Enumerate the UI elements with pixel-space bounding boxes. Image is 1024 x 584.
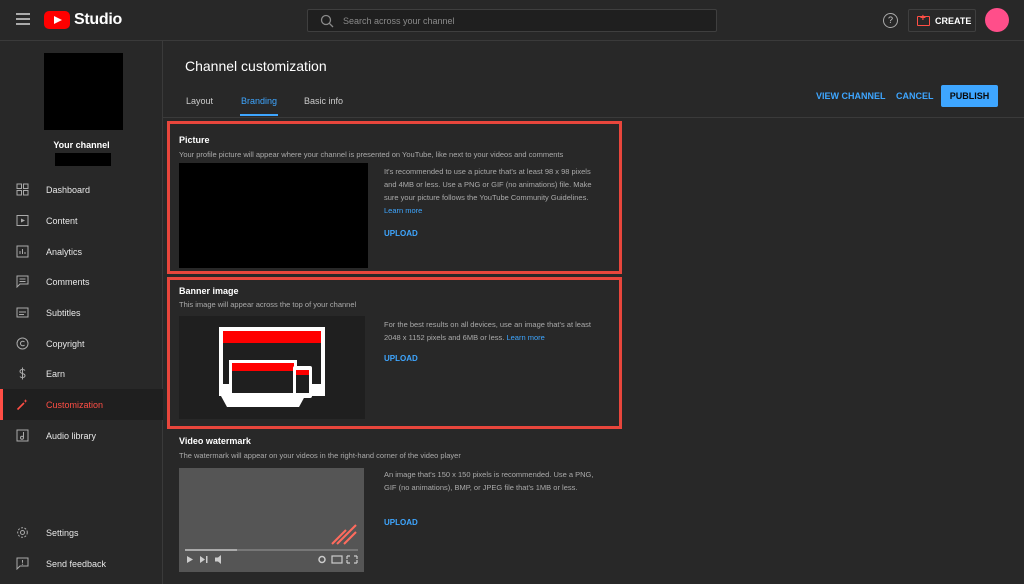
active-tab-indicator	[240, 114, 278, 116]
sidebar-item-content[interactable]: Content	[0, 205, 163, 236]
banner-title: Banner image	[179, 286, 239, 296]
search-box[interactable]	[307, 9, 717, 32]
picture-info-text: It's recommended to use a picture that's…	[384, 167, 592, 202]
banner-learn-more-link[interactable]: Learn more	[506, 333, 544, 342]
watermark-preview	[179, 468, 364, 572]
sidebar-item-analytics[interactable]: Analytics	[0, 236, 163, 267]
banner-info-text: For the best results on all devices, use…	[384, 320, 591, 342]
create-video-icon	[917, 13, 930, 26]
sidebar-item-label: Audio library	[46, 430, 97, 441]
tab-layout[interactable]: Layout	[186, 96, 213, 106]
channel-title: Your channel	[53, 140, 110, 150]
create-button[interactable]: CREATE	[908, 9, 976, 32]
help-icon[interactable]: ?	[883, 13, 898, 28]
picture-upload-button[interactable]: UPLOAD	[384, 229, 418, 238]
sidebar-item-label: Comments	[46, 276, 90, 287]
content-icon	[16, 215, 29, 226]
banner-info: For the best results on all devices, use…	[384, 318, 604, 344]
tab-branding[interactable]: Branding	[241, 96, 277, 106]
video-player-illustration	[185, 524, 358, 564]
gear-icon	[17, 527, 28, 538]
picture-title: Picture	[179, 135, 210, 145]
sidebar-item-customization[interactable]: Customization	[0, 389, 163, 420]
tab-basic-info[interactable]: Basic info	[304, 96, 343, 106]
sidebar-item-dashboard[interactable]: Dashboard	[0, 174, 163, 205]
channel-avatar[interactable]	[44, 53, 123, 130]
earn-icon	[19, 367, 26, 380]
sidebar-item-label: Customization	[46, 399, 104, 410]
banner-description: This image will appear across the top of…	[179, 300, 357, 309]
sidebar-item-label: Copyright	[46, 338, 85, 349]
search-icon	[320, 14, 334, 28]
publish-button[interactable]: PUBLISH	[941, 85, 998, 107]
watermark-info: An image that's 150 x 150 pixels is reco…	[384, 470, 594, 492]
sidebar-item-label: Dashboard	[46, 184, 91, 195]
picture-learn-more-link[interactable]: Learn more	[384, 206, 422, 215]
audio-library-icon	[16, 429, 29, 442]
watermark-title: Video watermark	[179, 436, 251, 446]
watermark-upload-button[interactable]: UPLOAD	[384, 518, 418, 527]
cancel-button[interactable]: CANCEL	[896, 91, 934, 101]
subtitles-icon	[16, 307, 29, 318]
sidebar-item-send-feedback[interactable]: Send feedback	[0, 548, 163, 579]
menu-icon[interactable]	[16, 13, 30, 25]
picture-info: It's recommended to use a picture that's…	[384, 165, 604, 217]
channel-name-redacted	[55, 153, 111, 166]
studio-logo[interactable]: Studio	[44, 11, 122, 29]
sidebar-item-audio-library[interactable]: Audio library	[0, 420, 163, 451]
comments-icon	[16, 275, 29, 288]
profile-picture-preview	[179, 163, 368, 268]
sidebar-item-label: Subtitles	[46, 307, 81, 318]
feedback-icon	[16, 557, 29, 570]
sidebar-item-label: Settings	[46, 527, 79, 538]
view-channel-button[interactable]: VIEW CHANNEL	[816, 91, 886, 101]
sidebar-item-settings[interactable]: Settings	[0, 517, 163, 548]
sidebar-item-subtitles[interactable]: Subtitles	[0, 297, 163, 328]
create-label: CREATE	[935, 15, 972, 26]
sidebar-item-label: Content	[46, 215, 78, 226]
logo-text: Studio	[74, 11, 122, 28]
sidebar-item-copyright[interactable]: Copyright	[0, 328, 163, 359]
analytics-icon	[16, 245, 29, 258]
customization-icon	[16, 399, 28, 411]
sidebar-item-earn[interactable]: Earn	[0, 358, 163, 389]
divider	[163, 117, 1024, 118]
top-bar: Studio ? CREATE	[0, 0, 1024, 41]
youtube-play-icon	[44, 11, 70, 29]
watermark-description: The watermark will appear on your videos…	[179, 451, 461, 460]
picture-description: Your profile picture will appear where y…	[179, 150, 564, 159]
page-title: Channel customization	[185, 58, 327, 74]
devices-illustration	[219, 327, 325, 407]
search-input[interactable]	[343, 10, 703, 31]
dashboard-icon	[16, 183, 29, 196]
sidebar-item-label: Earn	[46, 368, 66, 379]
sidebar-item-label: Analytics	[46, 246, 83, 257]
copyright-icon	[16, 337, 29, 350]
sidebar-item-comments[interactable]: Comments	[0, 266, 163, 297]
account-avatar[interactable]	[985, 8, 1009, 32]
sidebar-item-label: Send feedback	[46, 558, 107, 569]
banner-upload-button[interactable]: UPLOAD	[384, 354, 418, 363]
banner-preview	[179, 316, 365, 419]
